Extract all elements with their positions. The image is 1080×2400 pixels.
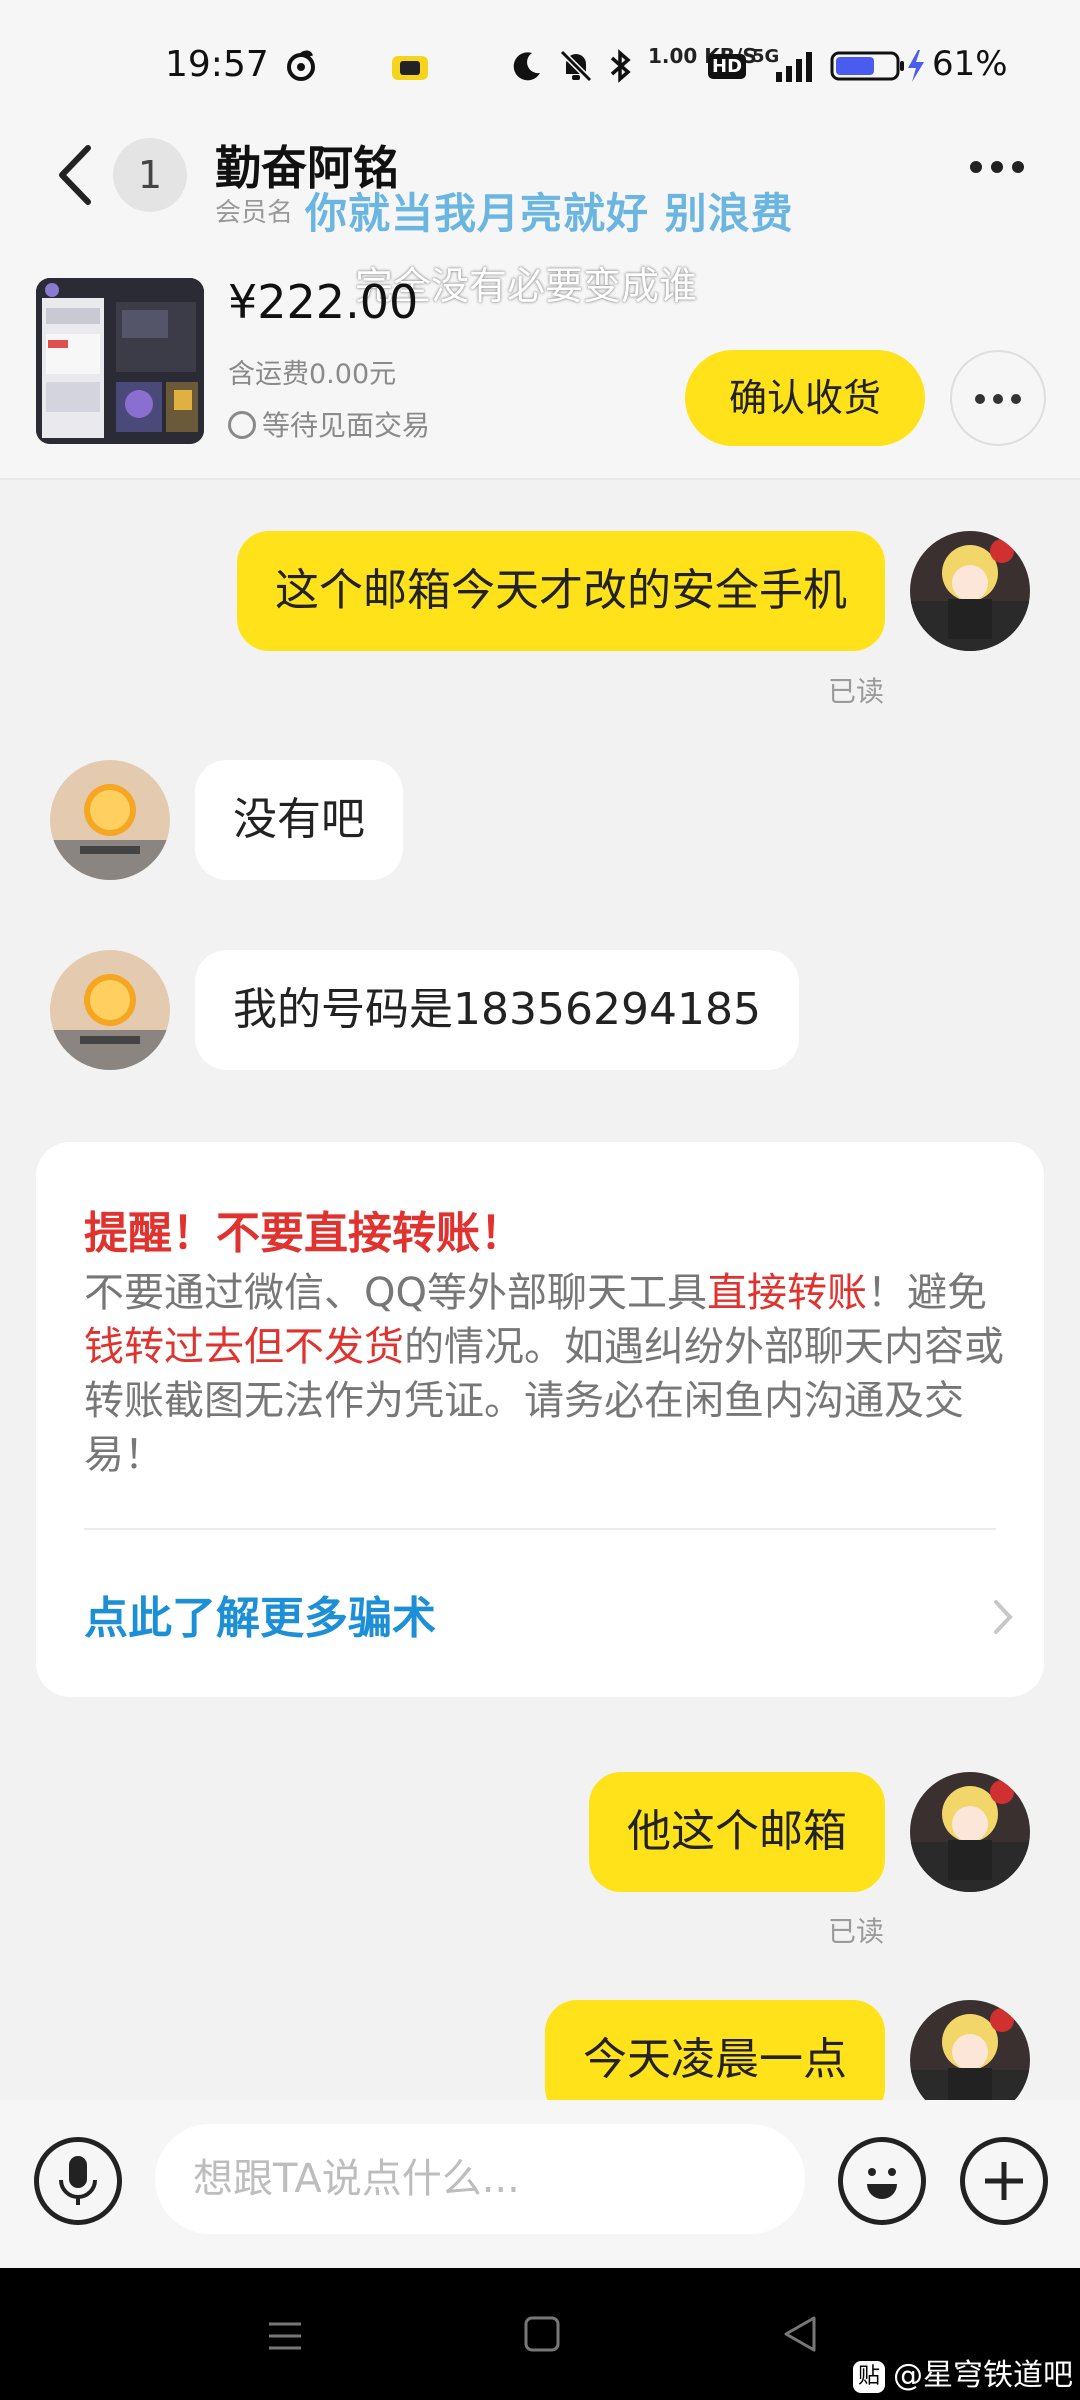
message-input[interactable]: 想跟TA说点什么... <box>155 2124 805 2234</box>
battery-icon <box>830 50 924 82</box>
hd-badge: HD <box>708 54 747 79</box>
emoji-button[interactable] <box>838 2137 926 2225</box>
unread-count-badge[interactable]: 1 <box>113 138 187 212</box>
back-arrow-icon[interactable] <box>50 140 100 210</box>
warning-title: 提醒！不要直接转账！ <box>84 1208 524 1259</box>
home-nav-icon[interactable] <box>522 2314 562 2354</box>
status-time: 19:57 <box>165 44 269 85</box>
message-bubble-outgoing[interactable]: 今天凌晨一点 <box>545 2000 885 2100</box>
microphone-icon <box>59 2156 97 2205</box>
contact-avatar[interactable] <box>50 950 170 1070</box>
item-thumbnail[interactable] <box>36 278 204 444</box>
my-avatar[interactable] <box>910 531 1030 651</box>
tieba-badge-icon: 贴 <box>853 2361 885 2393</box>
plus-icon <box>985 2162 1023 2200</box>
item-more-button[interactable] <box>950 350 1046 446</box>
menu-nav-icon[interactable] <box>265 2316 305 2356</box>
back-nav-icon[interactable] <box>780 2314 820 2354</box>
item-price: ¥222.00 <box>228 275 419 329</box>
message-clip: 今天凌晨一点 <box>0 1990 1080 2100</box>
clock-icon <box>228 411 256 439</box>
divider <box>84 1528 996 1530</box>
message-bubble-outgoing[interactable]: 他这个邮箱 <box>589 1772 885 1892</box>
emoji-face-icon <box>867 2168 897 2199</box>
message-bubble-outgoing[interactable]: 这个邮箱今天才改的安全手机 <box>237 531 885 651</box>
confirm-receipt-button[interactable]: 确认收货 <box>685 350 925 446</box>
netease-music-icon <box>287 50 315 81</box>
message-bubble-incoming[interactable]: 我的号码是18356294185 <box>195 950 799 1070</box>
read-status: 已读 <box>828 1915 885 1948</box>
mute-bell-icon <box>559 49 593 83</box>
shipping-fee: 含运费0.00元 <box>228 359 397 390</box>
bluetooth-icon <box>610 49 631 83</box>
my-avatar[interactable] <box>910 2000 1030 2100</box>
warning-body: 不要通过微信、QQ等外部聊天工具直接转账！避免钱转过去但不发货的情况。如遇纠纷外… <box>84 1270 1004 1478</box>
lyric-overlay-line-1: 你就当我月亮就好 别浪费 <box>305 189 794 238</box>
member-name-label: 会员名 <box>215 198 294 228</box>
message-bubble-incoming[interactable]: 没有吧 <box>195 760 403 880</box>
contact-avatar[interactable] <box>50 760 170 880</box>
my-avatar[interactable] <box>910 1772 1030 1892</box>
voice-button[interactable] <box>34 2137 122 2225</box>
signal-bars-icon <box>776 52 812 82</box>
anti-fraud-warning-card: 提醒！不要直接转账！ 不要通过微信、QQ等外部聊天工具直接转账！避免钱转过去但不… <box>36 1142 1044 1697</box>
do-not-disturb-moon-icon <box>513 52 540 81</box>
chevron-right-icon[interactable] <box>991 1597 1015 1637</box>
add-attachment-button[interactable] <box>960 2137 1048 2225</box>
watermark: 贴 @星穹铁道吧 <box>853 2350 1073 2394</box>
more-options-icon[interactable] <box>970 158 1040 188</box>
app-notification-icon <box>392 56 428 80</box>
trade-status-text: 等待见面交易 <box>262 409 431 442</box>
input-bar: 想跟TA说点什么... <box>0 2100 1080 2270</box>
learn-more-scams-link[interactable]: 点此了解更多骗术 <box>84 1582 436 1646</box>
trade-status: 等待见面交易 <box>228 404 430 444</box>
battery-percent: 61% <box>932 44 1008 84</box>
read-status: 已读 <box>828 675 885 708</box>
status-bar: 19:57 1.00 KB/S HD 5G 61% <box>0 0 1080 130</box>
